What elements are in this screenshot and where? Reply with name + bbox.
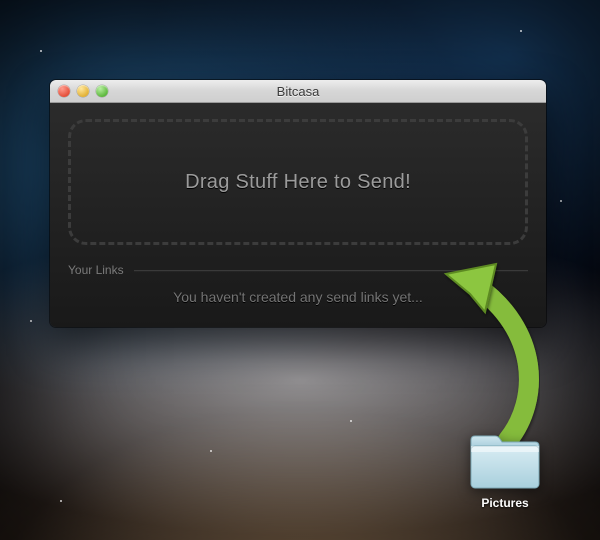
traffic-lights: [58, 85, 108, 97]
window-title: Bitcasa: [50, 84, 546, 99]
your-links-label: Your Links: [68, 263, 124, 277]
minimize-button-icon[interactable]: [77, 85, 89, 97]
zoom-button-icon[interactable]: [96, 85, 108, 97]
bitcasa-window: Bitcasa Drag Stuff Here to Send! Your Li…: [50, 80, 546, 327]
window-titlebar[interactable]: Bitcasa: [50, 80, 546, 103]
divider: [134, 270, 528, 271]
folder-label: Pictures: [460, 496, 550, 510]
dropzone-label: Drag Stuff Here to Send!: [185, 171, 411, 194]
dropzone[interactable]: Drag Stuff Here to Send!: [68, 119, 528, 245]
links-empty-message: You haven't created any send links yet..…: [68, 289, 528, 305]
window-body: Drag Stuff Here to Send! Your Links You …: [50, 103, 546, 327]
folder-icon: [467, 430, 543, 492]
your-links-header: Your Links: [68, 263, 528, 277]
close-button-icon[interactable]: [58, 85, 70, 97]
desktop-background: Bitcasa Drag Stuff Here to Send! Your Li…: [0, 0, 600, 540]
desktop-folder-pictures[interactable]: Pictures: [460, 430, 550, 510]
